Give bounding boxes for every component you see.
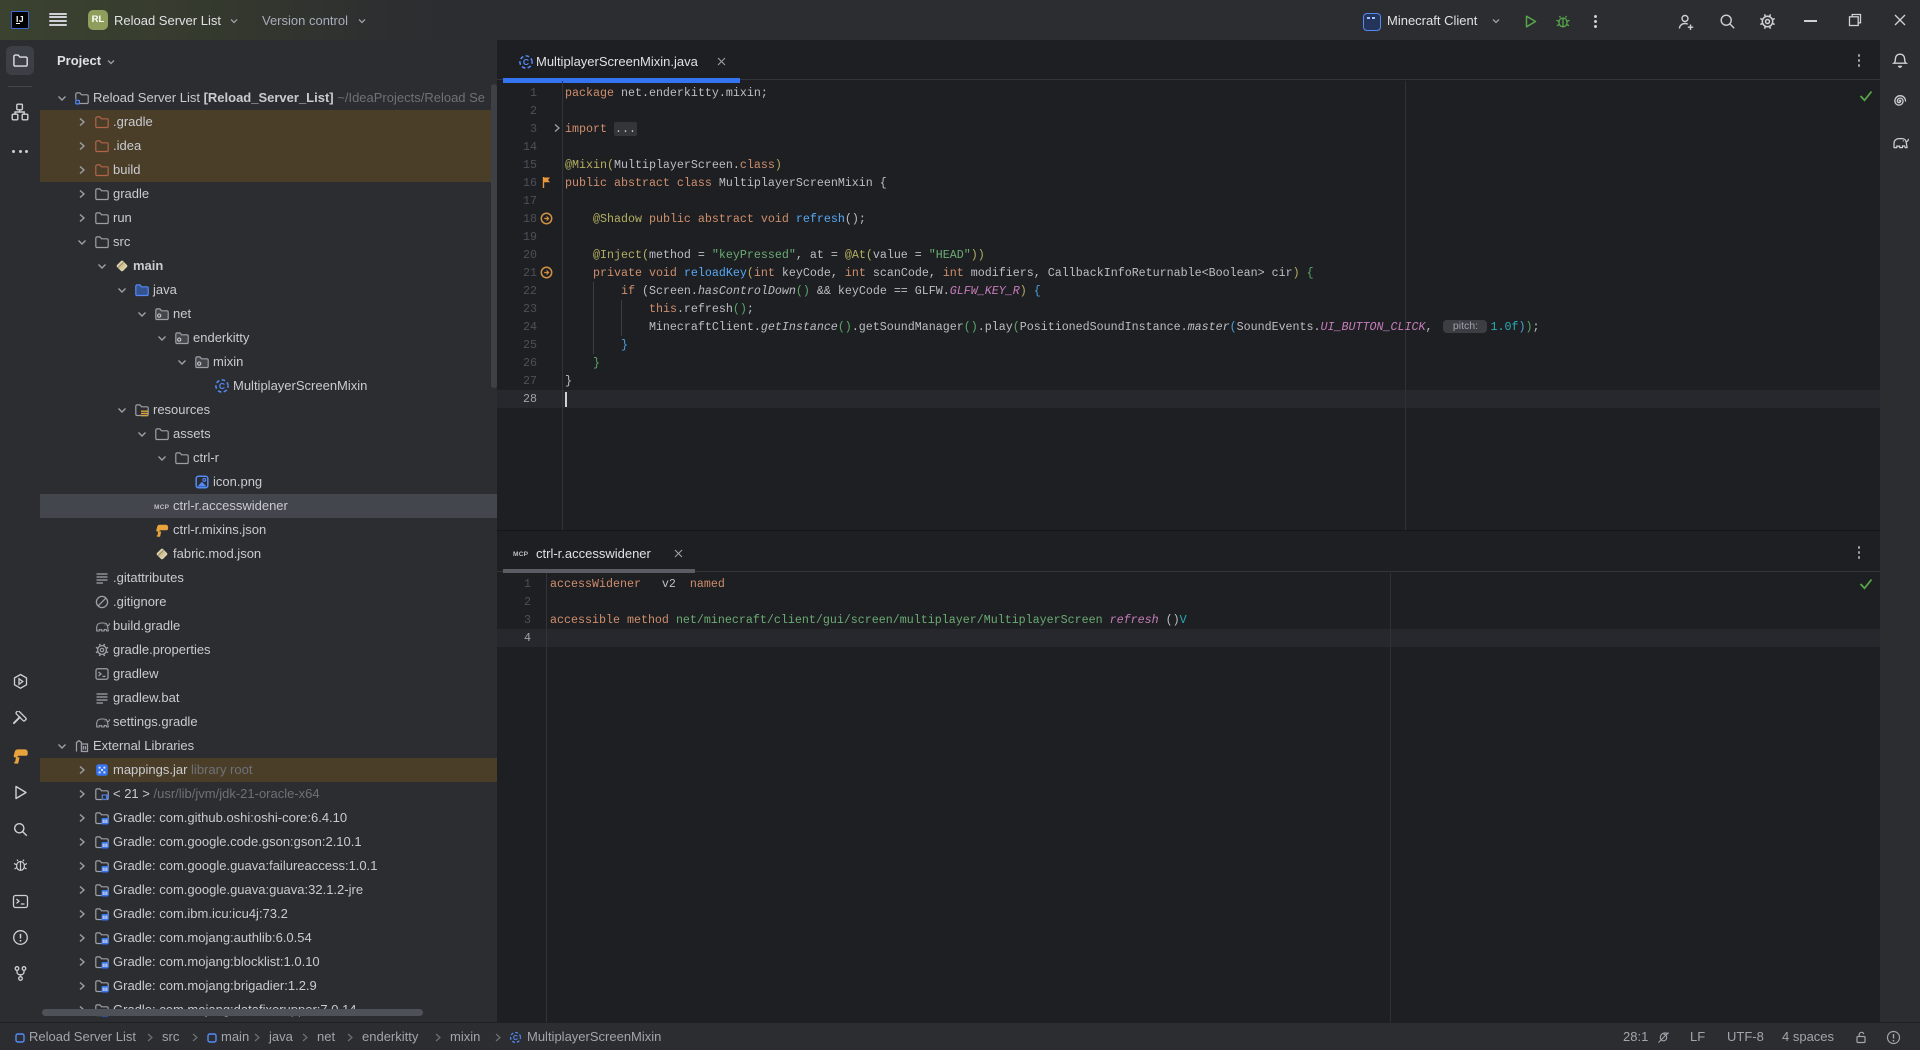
svg-text:MCP: MCP xyxy=(513,551,529,558)
svg-text:C: C xyxy=(513,1035,518,1042)
svg-text:C: C xyxy=(219,381,225,391)
svg-text:C: C xyxy=(523,57,529,67)
svg-text:MCP: MCP xyxy=(154,504,170,511)
